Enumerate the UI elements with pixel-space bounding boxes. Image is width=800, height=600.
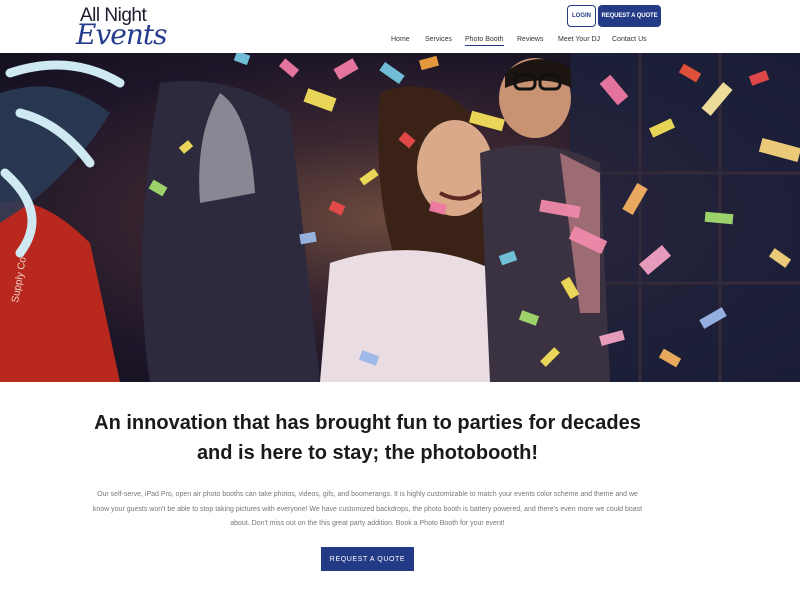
nav-item-reviews[interactable]: Reviews <box>517 36 543 43</box>
intro-paragraph: Our self-serve, iPad Pro, open air photo… <box>92 491 643 527</box>
page-headline: An innovation that has brought fun to pa… <box>94 412 641 464</box>
main-nav: Home Services Photo Booth Reviews Meet Y… <box>0 36 800 48</box>
request-quote-button[interactable]: REQUEST A QUOTE <box>321 547 414 571</box>
nav-item-home[interactable]: Home <box>391 36 410 43</box>
nav-item-photo-booth[interactable]: Photo Booth <box>465 36 504 46</box>
nav-item-services[interactable]: Services <box>425 36 452 43</box>
nav-item-meet-your-dj[interactable]: Meet Your DJ <box>558 36 600 43</box>
site-header: All Night Events LOGIN REQUEST A QUOTE H… <box>0 0 800 53</box>
hero-image: Supply Co <box>0 53 800 382</box>
login-button[interactable]: LOGIN <box>567 5 596 27</box>
request-quote-header-button[interactable]: REQUEST A QUOTE <box>598 5 661 27</box>
hero-illustration: Supply Co <box>0 53 800 382</box>
nav-item-contact-us[interactable]: Contact Us <box>612 36 647 43</box>
